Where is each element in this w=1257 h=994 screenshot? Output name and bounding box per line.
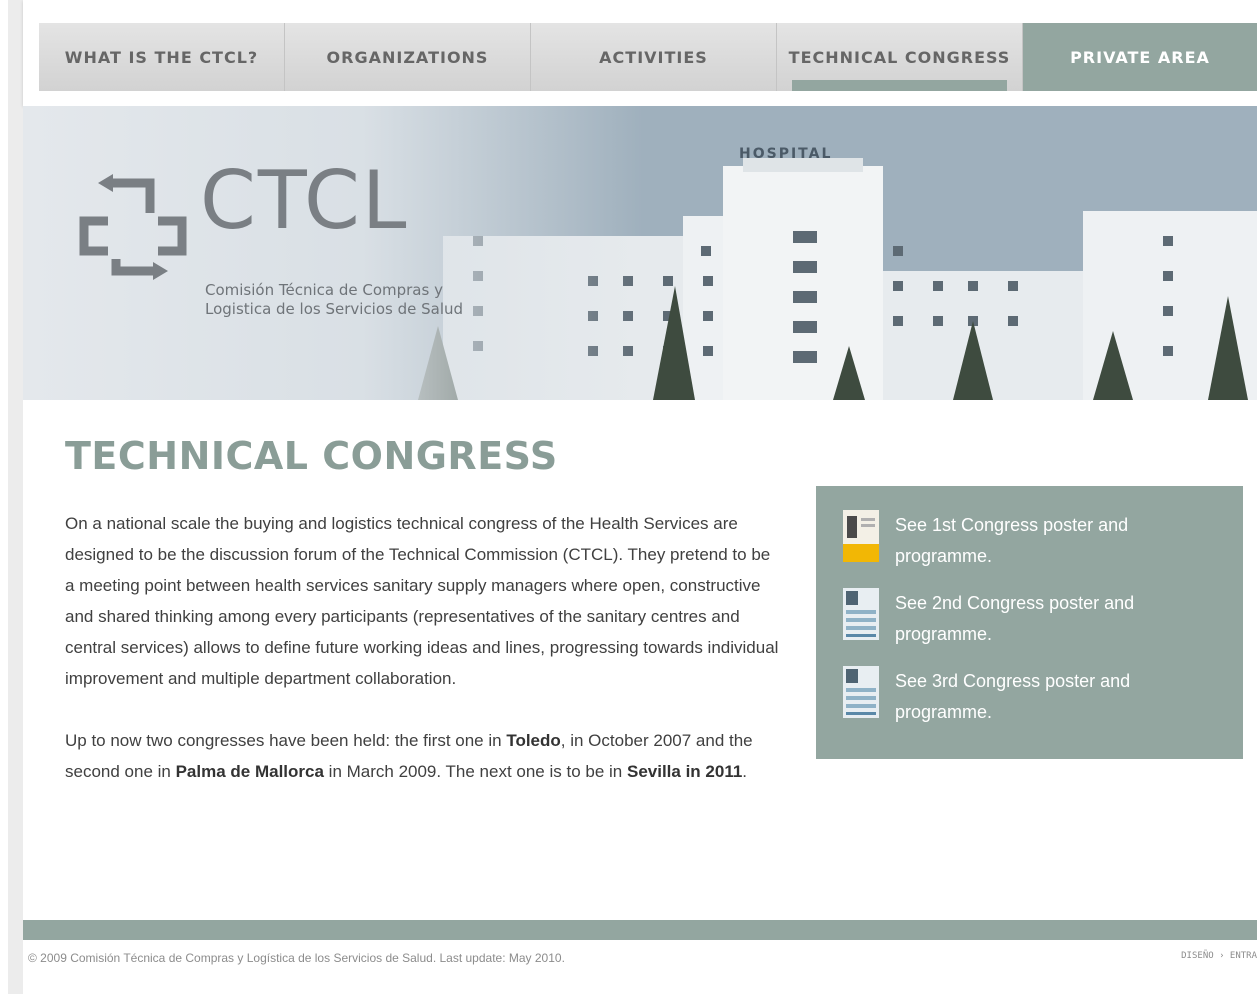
footer-copyright: © 2009 Comisión Técnica de Compras y Log… bbox=[28, 951, 565, 965]
nav-item-organizations[interactable]: ORGANIZATIONS bbox=[285, 23, 531, 91]
nav-item-label: TECHNICAL CONGRESS bbox=[788, 47, 1011, 67]
design-credit-link[interactable]: DISEÑO › ENTRA bbox=[1181, 951, 1257, 961]
congress-links-box: See 1st Congress poster and programme. S… bbox=[816, 486, 1243, 759]
nav-item-label: PRIVATE AREA bbox=[1070, 47, 1210, 67]
text-segment: Up to now two congresses have been held:… bbox=[65, 731, 507, 750]
nav-item-activities[interactable]: ACTIVITIES bbox=[531, 23, 777, 91]
poster-thumbnail-icon bbox=[843, 666, 879, 718]
poster-thumbnail-icon bbox=[843, 588, 879, 640]
main-content: TECHNICAL CONGRESS On a national scale t… bbox=[23, 400, 1257, 920]
paragraph-intro: On a national scale the buying and logis… bbox=[65, 514, 779, 688]
main-nav: WHAT IS THE CTCL? ORGANIZATIONS ACTIVITI… bbox=[39, 23, 1257, 91]
active-nav-indicator bbox=[792, 80, 1007, 91]
page-title: TECHNICAL CONGRESS bbox=[65, 434, 558, 478]
text-segment: . bbox=[742, 762, 748, 781]
congress-link-label: See 2nd Congress poster and programme. bbox=[895, 593, 1135, 644]
congress-3-link[interactable]: See 3rd Congress poster and programme. bbox=[843, 666, 1233, 728]
nav-item-what-is-ctcl[interactable]: WHAT IS THE CTCL? bbox=[39, 23, 285, 91]
paragraph-history: Up to now two congresses have been held:… bbox=[65, 725, 780, 787]
logo-subtitle-line: Comisión Técnica de Compras y bbox=[205, 281, 443, 299]
cross-arrows-logo-icon bbox=[79, 174, 187, 280]
congress-description: On a national scale the buying and logis… bbox=[65, 508, 780, 818]
text-segment: in March 2009. The next one is to be in bbox=[323, 762, 627, 781]
nav-item-private-area[interactable]: PRIVATE AREA bbox=[1023, 23, 1257, 91]
logo-subtitle: Comisión Técnica de Compras y Logistica … bbox=[205, 281, 545, 319]
nav-item-technical-congress[interactable]: TECHNICAL CONGRESS bbox=[777, 23, 1023, 91]
nav-item-label: ACTIVITIES bbox=[599, 47, 708, 67]
hero-banner: HOSPITAL CTCL Comisión Técnica de Compra… bbox=[23, 106, 1257, 400]
nav-item-label: ORGANIZATIONS bbox=[326, 47, 489, 67]
page-left-border bbox=[8, 0, 23, 994]
congress-2-link[interactable]: See 2nd Congress poster and programme. bbox=[843, 588, 1233, 650]
footer-bar bbox=[23, 920, 1257, 940]
logo-subtitle-line: Logistica de los Servicios de Salud bbox=[205, 300, 464, 318]
congress-link-label: See 1st Congress poster and programme. bbox=[895, 515, 1129, 566]
location-sevilla: Sevilla in 2011 bbox=[626, 762, 743, 781]
hospital-sign: HOSPITAL bbox=[739, 146, 833, 162]
nav-item-label: WHAT IS THE CTCL? bbox=[64, 47, 259, 67]
location-toledo: Toledo bbox=[506, 731, 561, 750]
congress-1-link[interactable]: See 1st Congress poster and programme. bbox=[843, 510, 1233, 572]
location-palma: Palma de Mallorca bbox=[175, 762, 324, 781]
logo-wordmark: CTCL bbox=[200, 154, 409, 247]
poster-thumbnail-icon bbox=[843, 510, 879, 562]
congress-link-label: See 3rd Congress poster and programme. bbox=[895, 671, 1131, 722]
